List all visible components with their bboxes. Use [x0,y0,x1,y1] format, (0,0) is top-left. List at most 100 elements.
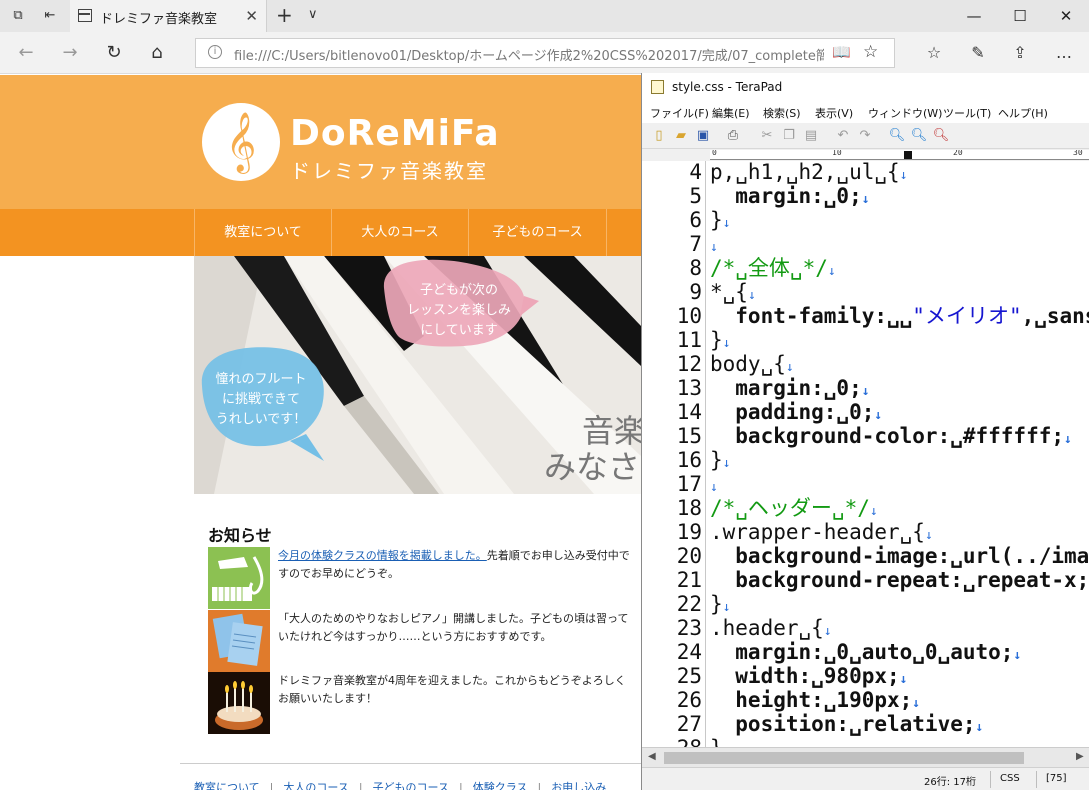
code-line[interactable]: background-color:␣#ffffff;↓ [710,424,1072,452]
refresh-icon[interactable]: ↻ [102,41,126,65]
scrollbar-thumb[interactable] [664,752,1024,764]
save-icon[interactable]: ▣ [694,127,712,145]
redo-icon[interactable]: ↷ [856,127,874,145]
more-icon[interactable]: … [1052,41,1076,65]
search-next-icon[interactable]: 🔍︎ [910,127,928,145]
news-item-1-link[interactable]: 今月の体験クラスの情報を掲載しました。 [278,549,487,562]
footer-link-apply[interactable]: お申し込み [551,781,606,790]
newline-marker-icon: ↓ [869,504,878,519]
newline-marker-icon: ↓ [899,672,908,687]
menu-view[interactable]: 表示(V) [815,105,853,121]
hero-bubble-blue: 憧れのフルート に挑戦できて うれしいです！ [206,370,316,430]
favorite-star-icon[interactable]: ☆ [863,42,878,62]
set-tabs-aside-icon[interactable]: ⧉ [8,6,28,26]
code-line-text: height:␣190px; [710,688,913,712]
footer-separator: | [358,781,363,790]
code-line[interactable]: position:␣relative;↓ [710,712,983,740]
home-icon[interactable]: ⌂ [145,41,169,65]
hero-image: 子どもが次の レッスンを楽しみ にしています 憧れのフルート に挑戦できて うれ… [194,256,641,494]
menu-edit[interactable]: 編集(E) [712,105,750,121]
url-text[interactable]: file:///C:/Users/bitlenovo01/Desktop/ホーム… [234,45,824,64]
maximize-button[interactable]: ☐ [997,0,1043,32]
chevron-down-icon[interactable]: ∨ [308,7,318,22]
code-line[interactable]: margin:␣0;↓ [710,184,870,212]
code-line[interactable]: background-repeat:␣repeat-x;↓ [710,568,1089,596]
share-icon[interactable]: ⇪ [1008,41,1032,65]
ruler-label: 20 [953,150,963,157]
code-line-text: *␣{ [710,280,748,304]
code-text-area[interactable]: p,␣h1,␣h2,␣ul␣{↓ margin:␣0;↓}↓ ↓/*␣全体␣*/↓… [710,161,1089,747]
copy-icon[interactable]: ❐ [780,127,798,145]
notes-pen-icon[interactable]: ✎ [966,41,990,65]
close-tab-icon[interactable]: ✕ [245,7,258,25]
print-icon[interactable]: ⎙ [724,127,742,145]
code-line[interactable]: background-image:␣url(../image [710,544,1089,568]
close-window-button[interactable]: ✕ [1043,0,1089,32]
code-line[interactable]: } [710,736,723,747]
notepad-icon [651,80,664,94]
horizontal-scrollbar[interactable]: ◀ ▶ [642,747,1089,767]
new-tab-icon[interactable]: + [276,3,293,27]
nav-next[interactable] [606,209,641,256]
menu-tools[interactable]: ツール(T) [943,105,991,121]
footer-separator: | [269,781,274,790]
back-icon[interactable]: ← [14,41,38,65]
status-separator [990,771,991,788]
browser-tab[interactable]: ドレミファ音楽教室 ✕ [70,0,267,32]
code-line-text: padding:␣0; [710,400,875,424]
line-number: 4 [689,161,702,184]
search-prev-icon[interactable]: 🔍︎ [932,127,950,145]
scroll-right-icon[interactable]: ▶ [1076,751,1084,762]
footer-link-about[interactable]: 教室について [194,781,260,790]
menu-window[interactable]: ウィンドウ(W) [868,105,942,121]
line-number: 8 [689,256,702,280]
menu-file[interactable]: ファイル(F) [650,105,709,121]
footer-link-kids[interactable]: 子どものコース [373,781,449,790]
menu-help[interactable]: ヘルプ(H) [998,105,1048,121]
scroll-left-icon[interactable]: ◀ [648,751,656,762]
ruler-label: 0 [712,150,717,157]
code-line-text: background-repeat:␣repeat-x; [710,568,1089,592]
newline-marker-icon: ↓ [861,192,870,207]
line-number: 18 [676,496,702,520]
undo-icon[interactable]: ↶ [834,127,852,145]
nav-about[interactable]: 教室について [194,209,331,256]
paste-icon[interactable]: ▤ [802,127,820,145]
line-number: 9 [689,280,702,304]
ruler: 0 10 20 30 [710,150,1089,160]
footer-link-trial[interactable]: 体験クラス [473,781,528,790]
line-number: 24 [676,640,702,664]
search-icon[interactable]: 🔍︎ [888,127,906,145]
code-line-text: body␣{ [710,352,786,376]
line-number: 12 [676,352,702,376]
code-editor[interactable]: 4 5 6 7 8 9 10 11 12 13 14 15 16 17 18 19 20 21 22 23 24 25 26… [642,161,1089,747]
page-icon [78,9,92,22]
web-page: 𝄞 DoReMiFa ドレミファ音楽教室 教室について 大人のコース 子どものコ… [0,75,641,790]
footer-link-adult[interactable]: 大人のコース [283,781,348,790]
hero-bubble-pink-line-2: レッスンを楽しみ [406,303,511,318]
nav-kids-course[interactable]: 子どものコース [468,209,606,256]
line-number: 19 [676,520,702,544]
forward-icon[interactable]: → [58,41,82,65]
newline-marker-icon: ↓ [874,408,883,423]
cut-icon[interactable]: ✂ [758,127,776,145]
open-folder-icon[interactable]: ▰ [672,127,690,145]
newline-marker-icon: ↓ [1013,648,1022,663]
url-field[interactable]: i file:///C:/Users/bitlenovo01/Desktop/ホ… [195,38,895,68]
new-file-icon[interactable]: ▯ [650,127,668,145]
info-icon[interactable]: i [208,45,222,59]
hero-bubble-blue-line-2: に挑戦できて [221,392,300,407]
reading-view-icon[interactable]: 📖 [832,43,851,61]
newline-marker-icon: ↓ [975,720,984,735]
code-line-text: margin:␣0; [710,184,862,208]
tab-title: ドレミファ音楽教室 [100,12,218,27]
tab-bar: ⧉ ⇤ ドレミファ音楽教室 ✕ + ∨ — ☐ ✕ [0,0,1089,32]
sheet-music-thumbnail [208,610,270,672]
favorites-icon[interactable]: ☆ [922,41,946,65]
nav-adult-course[interactable]: 大人のコース [331,209,468,256]
tabs-aside-icon[interactable]: ⇤ [40,6,60,26]
menu-search[interactable]: 検索(S) [763,105,801,121]
minimize-button[interactable]: — [951,0,997,32]
site-nav: 教室について 大人のコース 子どものコース [0,209,641,256]
code-line[interactable]: font-family:␣␣"メイリオ",␣sans [710,304,1089,328]
